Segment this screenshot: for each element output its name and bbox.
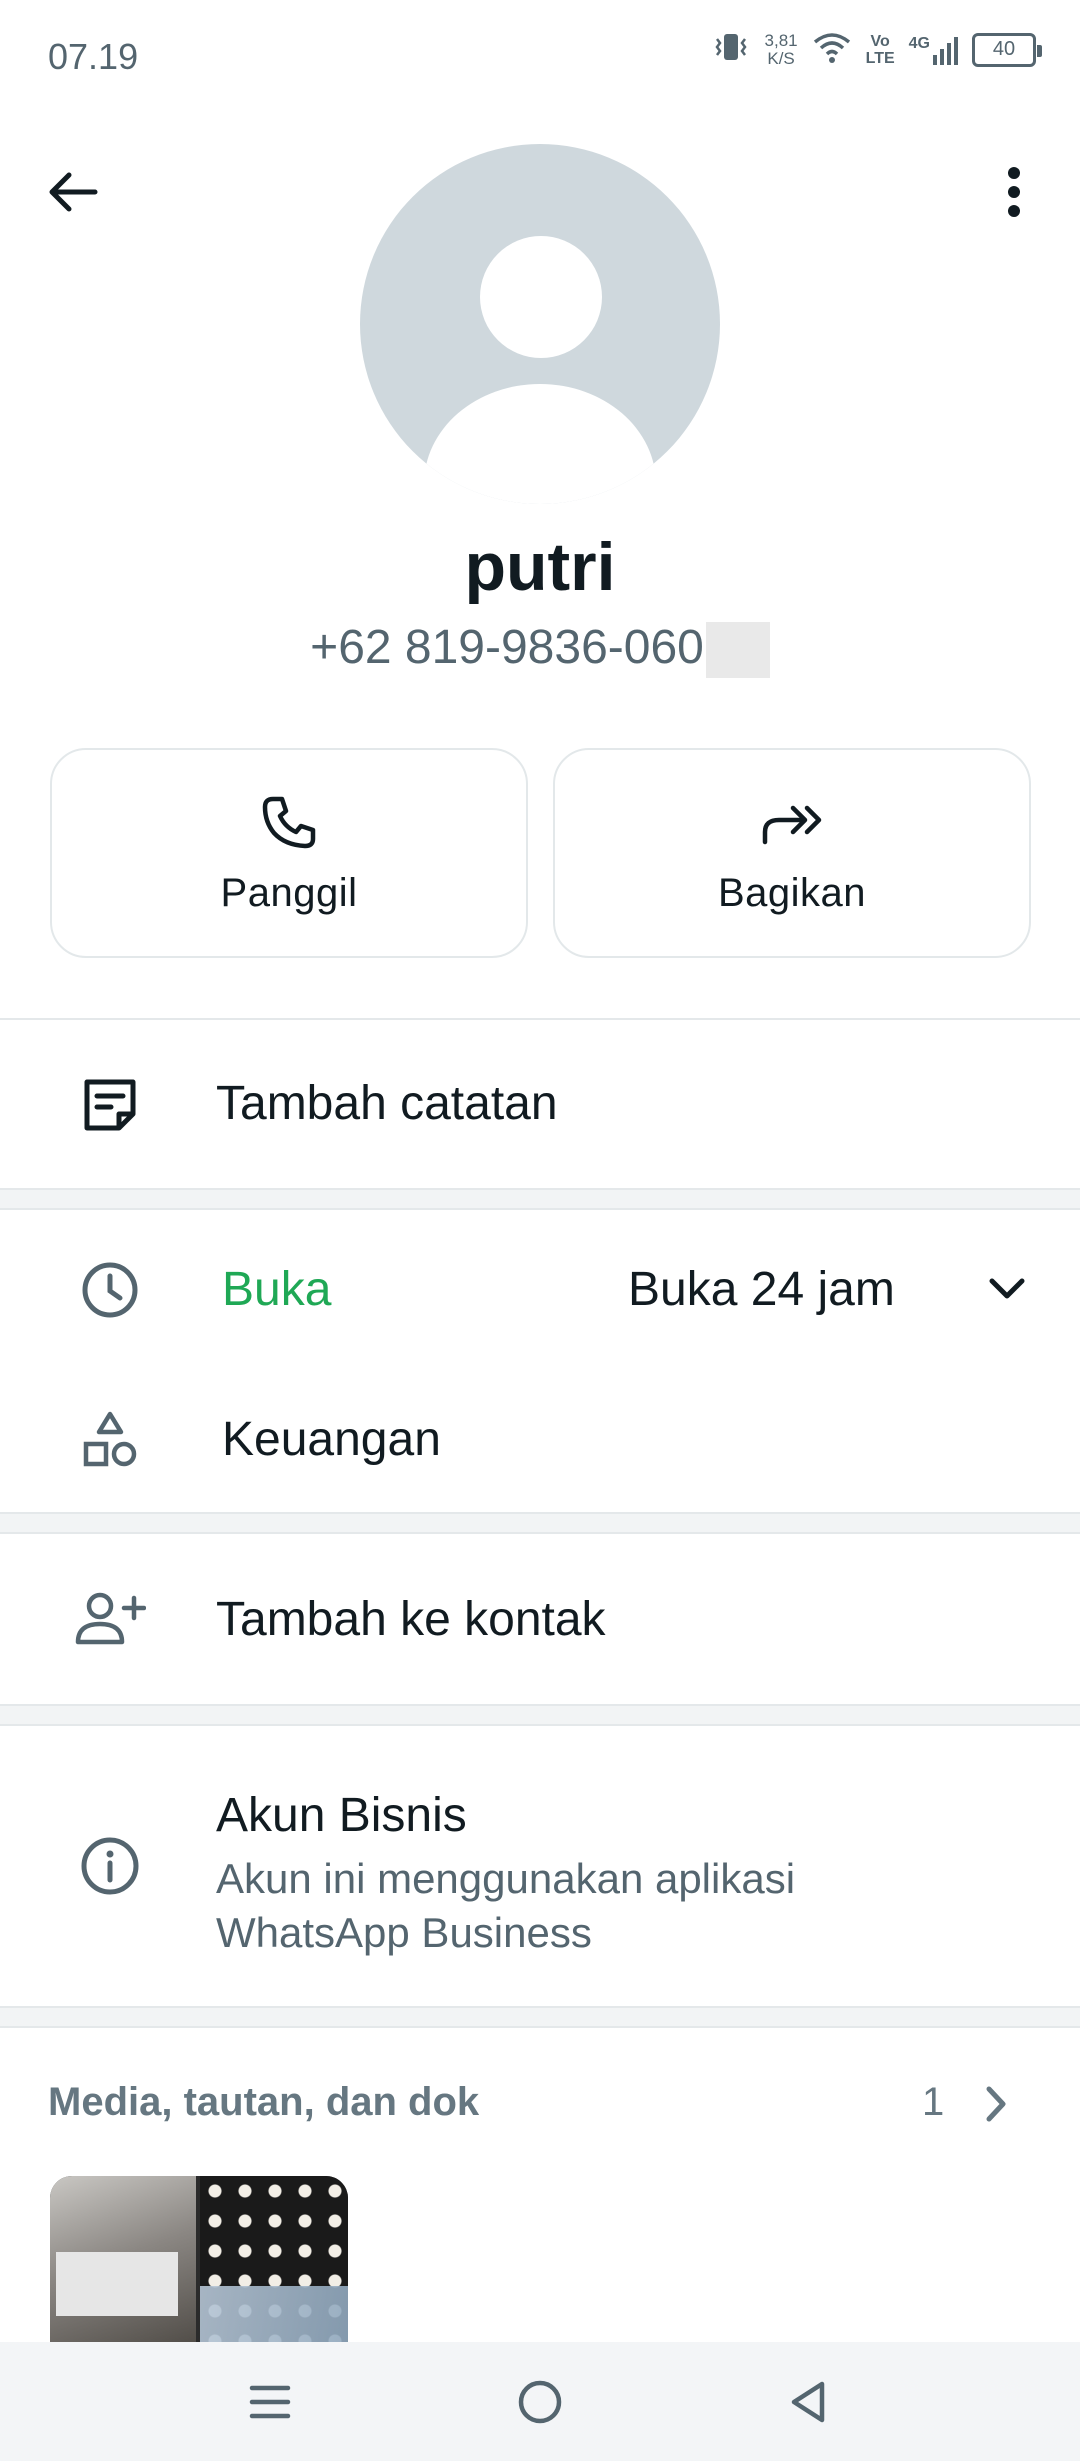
volte-bottom: LTE [865, 49, 895, 67]
shapes-icon [83, 1411, 137, 1467]
back-arrow-icon [49, 172, 98, 212]
category-label: Keuangan [222, 1413, 441, 1466]
media-open-button[interactable] [976, 2076, 1016, 2132]
menu-icon [249, 2385, 291, 2419]
hours-expand-button[interactable] [982, 1264, 1032, 1314]
add-note-label: Tambah catatan [216, 1077, 558, 1130]
section-divider [0, 1188, 1080, 1210]
category-row: Keuangan [0, 1368, 1080, 1514]
media-label: Media, tautan, dan dok [48, 2080, 480, 2124]
vibrate-icon [711, 30, 751, 69]
chevron-down-icon [989, 1278, 1025, 1299]
chevron-right-icon [986, 2086, 1006, 2122]
system-nav-bar [0, 2342, 1080, 2461]
clock-icon [82, 1262, 138, 1318]
recents-button[interactable] [230, 2364, 310, 2440]
add-to-contacts-row[interactable]: Tambah ke kontak [0, 1536, 1080, 1704]
redaction-box [56, 2252, 178, 2316]
add-to-contacts-label: Tambah ke kontak [216, 1593, 606, 1646]
media-thumbnail[interactable] [50, 2176, 348, 2356]
business-hours-row[interactable]: Buka Buka 24 jam [0, 1212, 1080, 1368]
share-forward-icon [762, 805, 822, 844]
battery-level: 40 [992, 38, 1016, 60]
business-account-title: Akun Bisnis [216, 1789, 467, 1842]
section-divider [0, 2006, 1080, 2028]
clock-icon-slot [68, 1248, 152, 1332]
more-options-button[interactable] [982, 160, 1046, 224]
signal-indicator: 4G [909, 35, 958, 65]
business-account-subtitle: Akun ini menggunakan aplikasi WhatsApp B… [216, 1855, 796, 1956]
media-count: 1 [922, 2080, 945, 2124]
avatar-head-shape [480, 236, 602, 358]
hours-value: Buka 24 jam [628, 1263, 895, 1316]
note-icon [84, 1079, 136, 1131]
back-triangle-icon [791, 2381, 825, 2423]
add-note-row[interactable]: Tambah catatan [0, 1020, 1080, 1190]
wifi-icon [812, 30, 852, 69]
contact-name: putri [464, 529, 616, 605]
hours-status: Buka [222, 1263, 332, 1316]
phone-number: +62 819-9836-060 [310, 621, 704, 674]
contact-avatar[interactable] [360, 144, 720, 504]
redaction-box [705, 622, 770, 679]
phone-icon [262, 796, 316, 848]
add-person-icon-slot [68, 1576, 152, 1660]
call-label: Panggil [220, 870, 358, 915]
note-icon-slot [68, 1063, 152, 1147]
shapes-icon-slot [68, 1398, 152, 1482]
back-button[interactable] [40, 160, 104, 224]
system-back-button[interactable] [768, 2364, 848, 2440]
net-speed-value: 3,81 [764, 30, 798, 50]
info-icon [81, 1837, 139, 1895]
volte-indicator: Vo LTE [866, 33, 895, 67]
more-vert-icon [1008, 167, 1020, 217]
volte-top: Vo [870, 32, 890, 50]
net-speed: 3,81 K/S [764, 30, 798, 68]
share-label: Bagikan [717, 870, 867, 915]
net-speed-unit: K/S [767, 48, 795, 68]
avatar-body-shape [424, 384, 656, 504]
status-time: 07.19 [48, 36, 139, 77]
share-button[interactable]: Bagikan [553, 748, 1031, 958]
call-button[interactable]: Panggil [50, 748, 528, 958]
add-person-icon [75, 1592, 146, 1645]
info-icon-slot [68, 1824, 152, 1908]
status-bar: 07.19 3,81 K/S Vo LTE 4G 40 [0, 0, 1080, 110]
section-divider [0, 1512, 1080, 1534]
signal-icon [933, 36, 958, 65]
home-circle-icon [518, 2380, 562, 2424]
home-button[interactable] [500, 2364, 580, 2440]
section-divider [0, 1704, 1080, 1726]
network-type: 4G [908, 34, 930, 52]
battery-indicator: 40 [972, 32, 1042, 67]
contact-phone[interactable]: +62 819-9836-060 [0, 620, 1080, 679]
status-icons: 3,81 K/S Vo LTE 4G 40 [711, 30, 1042, 69]
